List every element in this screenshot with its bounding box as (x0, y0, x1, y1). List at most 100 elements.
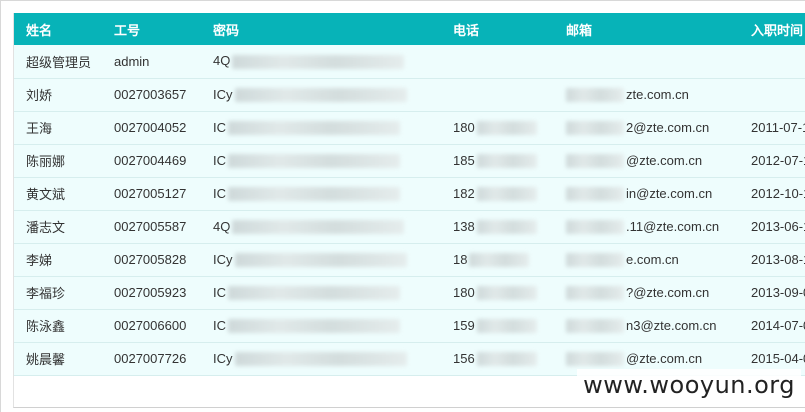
redacted-blur (566, 187, 624, 202)
redacted-blur (228, 187, 400, 202)
cell-password: IC (201, 177, 441, 211)
cell-email: .11@zte.com.cn (554, 210, 739, 244)
redacted-blur (566, 286, 624, 301)
cell-password-text: IC (213, 185, 226, 201)
cell-email (554, 45, 739, 79)
cell-email: in@zte.com.cn (554, 177, 739, 211)
redacted-blur (234, 352, 407, 367)
cell-phone-text: 185 (453, 152, 475, 168)
table-row[interactable]: 陈泳鑫 0027006600 IC 159 n3@zte.com.cn 2014-07-0 (14, 309, 805, 343)
redacted-blur (476, 187, 537, 202)
redacted-blur (232, 220, 405, 235)
cell-phone: 185 (441, 144, 554, 178)
cell-employee-id-text: 0027004469 (114, 153, 187, 168)
table-row[interactable]: 陈丽娜 0027004469 IC 185 @zte.com.cn 2012-07-1 (14, 144, 805, 178)
cell-phone: 156 (441, 342, 554, 376)
cell-employee-id: 0027004052 (102, 111, 201, 145)
cell-hire-date-text: 2013-09-0 (751, 285, 805, 300)
cell-name-text: 刘娇 (26, 88, 53, 103)
cell-employee-id: 0027003657 (102, 78, 201, 112)
employee-table: 姓名 工号 密码 电话 邮箱 入职时间 超级管理员 admin 4Q 刘娇 002700… (14, 13, 805, 376)
cell-phone: 182 (441, 177, 554, 211)
cell-phone-text: 138 (453, 218, 475, 234)
cell-phone-text: 18 (453, 251, 468, 267)
cell-email-text: zte.com.cn (626, 86, 689, 102)
column-header-hire-date[interactable]: 入职时间 (739, 13, 805, 45)
cell-password-text: ICy (213, 86, 233, 102)
table-row[interactable]: 李娣 0027005828 ICy 18 e.com.cn 2013-08-1 (14, 243, 805, 277)
cell-hire-date: 2011-07-1 (739, 111, 805, 145)
redacted-blur (232, 55, 405, 70)
redacted-blur (228, 319, 400, 334)
cell-phone: 180 (441, 276, 554, 310)
cell-phone (441, 45, 554, 79)
cell-name: 李娣 (14, 243, 102, 277)
cell-password-text: 4Q (213, 218, 231, 234)
cell-employee-id: 0027005587 (102, 210, 201, 244)
column-header-employee-id[interactable]: 工号 (102, 13, 201, 45)
cell-employee-id-text: admin (114, 53, 150, 69)
cell-name: 陈丽娜 (14, 144, 102, 178)
cell-employee-id: 0027004469 (102, 144, 201, 178)
cell-password: IC (201, 144, 441, 178)
cell-email-text: ?@zte.com.cn (626, 284, 710, 300)
cell-name: 陈泳鑫 (14, 309, 102, 343)
column-header-password[interactable]: 密码 (201, 13, 441, 45)
table-row[interactable]: 潘志文 0027005587 4Q 138 .11@zte.com.cn 2013-06-… (14, 210, 805, 244)
cell-hire-date: 2012-10-1 (739, 177, 805, 211)
table-row[interactable]: 刘娇 0027003657 ICy zte.com.cn (14, 78, 805, 112)
cell-employee-id-text: 0027005828 (114, 252, 187, 267)
cell-name-text: 潘志文 (26, 220, 66, 235)
cell-email-text: 2@zte.com.cn (626, 119, 710, 135)
cell-email: zte.com.cn (554, 78, 739, 112)
cell-email-text: .11@zte.com.cn (626, 218, 720, 234)
redacted-blur (476, 286, 537, 301)
cell-hire-date-text: 2012-10-1 (751, 186, 805, 201)
redacted-blur (566, 88, 624, 103)
cell-name-text: 李娣 (26, 253, 53, 268)
cell-hire-date-text: 2012-07-1 (751, 153, 805, 168)
table-row[interactable]: 黄文斌 0027005127 IC 182 in@zte.com.cn 2012-10-1 (14, 177, 805, 211)
redacted-blur (469, 253, 530, 268)
cell-hire-date: 2013-08-1 (739, 243, 805, 277)
cell-employee-id-text: 0027004052 (114, 120, 187, 135)
redacted-blur (566, 154, 624, 169)
cell-employee-id-text: 0027005923 (114, 285, 187, 300)
cell-hire-date-text: 2014-07-0 (751, 318, 805, 333)
cell-password: IC (201, 111, 441, 145)
cell-hire-date-text: 2011-07-1 (751, 120, 805, 135)
cell-email-text: @zte.com.cn (626, 350, 703, 366)
column-header-email[interactable]: 邮箱 (554, 13, 739, 45)
redacted-blur (228, 121, 400, 136)
cell-password-text: 4Q (213, 53, 231, 69)
cell-phone (441, 78, 554, 112)
table-row[interactable]: 王海 0027004052 IC 180 2@zte.com.cn 2011-07-1 (14, 111, 805, 145)
cell-phone: 138 (441, 210, 554, 244)
cell-email-text: @zte.com.cn (626, 152, 703, 168)
table-row[interactable]: 超级管理员 admin 4Q (14, 45, 805, 79)
table-row[interactable]: 李福珍 0027005923 IC 180 ?@zte.com.cn 2013-09-0 (14, 276, 805, 310)
cell-email: ?@zte.com.cn (554, 276, 739, 310)
column-header-name[interactable]: 姓名 (14, 13, 102, 45)
cell-name: 黄文斌 (14, 177, 102, 211)
cell-name: 刘娇 (14, 78, 102, 112)
cell-phone-text: 159 (453, 317, 475, 333)
cell-employee-id: 0027005828 (102, 243, 201, 277)
cell-phone: 159 (441, 309, 554, 343)
redacted-blur (228, 154, 400, 169)
cell-password: ICy (201, 342, 441, 376)
cell-password-text: IC (213, 317, 226, 333)
table-body: 超级管理员 admin 4Q 刘娇 0027003657 ICy zte.com.cn 王海 0… (14, 45, 805, 376)
cell-hire-date-text: 2015-04-0 (751, 351, 805, 366)
cell-phone-text: 182 (453, 185, 475, 201)
cell-phone: 18 (441, 243, 554, 277)
column-header-phone[interactable]: 电话 (441, 13, 554, 45)
cell-email: n3@zte.com.cn (554, 309, 739, 343)
cell-hire-date (739, 78, 805, 112)
cell-hire-date: 2012-07-1 (739, 144, 805, 178)
cell-name-text: 黄文斌 (26, 187, 66, 202)
cell-name-text: 李福珍 (26, 286, 66, 301)
cell-email-text: e.com.cn (626, 251, 679, 267)
cell-password: ICy (201, 78, 441, 112)
cell-password-text: IC (213, 152, 226, 168)
